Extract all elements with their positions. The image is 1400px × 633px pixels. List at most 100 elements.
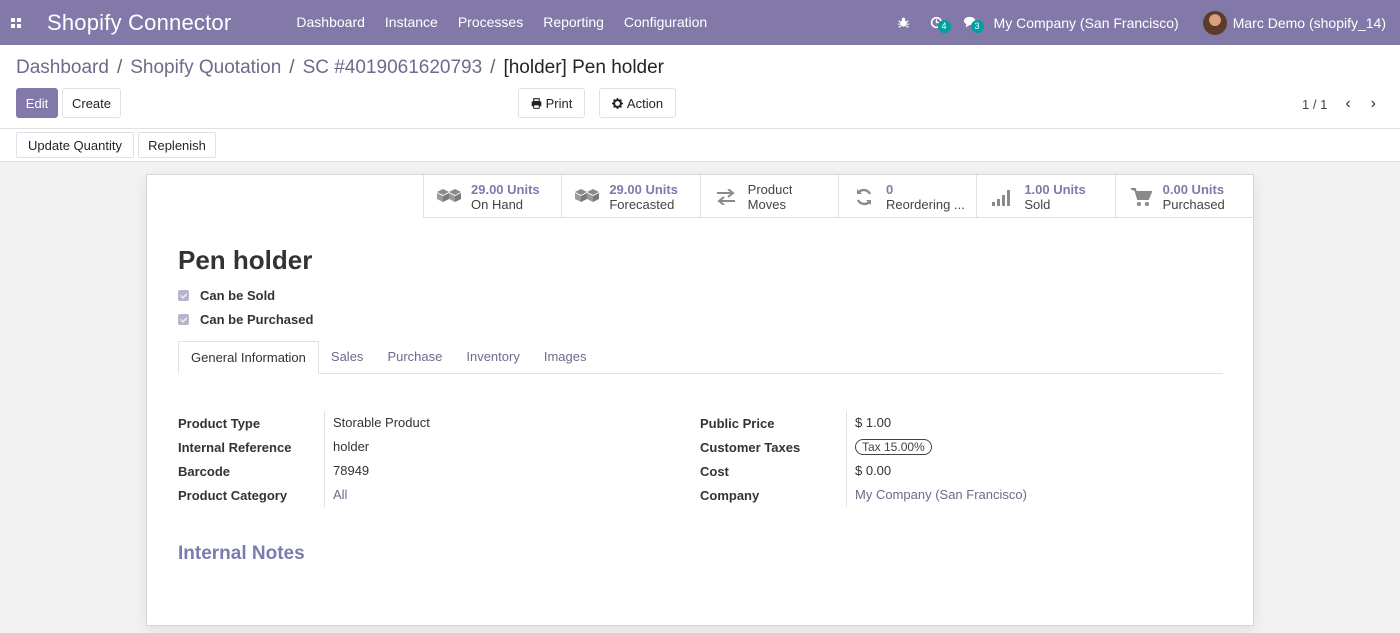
reordering-label: Reordering ... <box>885 196 965 212</box>
chevron-right-icon[interactable]: › <box>1361 95 1376 113</box>
print-label: Print <box>545 95 573 111</box>
tab-inventory[interactable]: Inventory <box>454 341 531 373</box>
chevron-left-icon[interactable]: ‹ <box>1335 95 1360 113</box>
field-barcode: Barcode 78949 <box>178 459 430 483</box>
product-name[interactable]: Pen holder <box>178 245 312 276</box>
product-category-link[interactable]: All <box>324 483 347 507</box>
company-link[interactable]: My Company (San Francisco) <box>846 483 1027 507</box>
messages-count-badge: 3 <box>970 20 984 33</box>
internal-notes-title: Internal Notes <box>178 543 305 564</box>
can-be-purchased-checkbox[interactable] <box>178 314 189 325</box>
can-be-sold-label: Can be Sold <box>200 288 276 303</box>
top-navbar: Shopify Connector Dashboard Instance Pro… <box>0 0 1400 45</box>
forecasted-label: Forecasted <box>609 196 675 212</box>
internal-reference-value[interactable]: holder <box>324 435 369 459</box>
smart-button-purchased[interactable]: 0.00 Units Purchased <box>1114 175 1253 218</box>
smart-button-on-hand[interactable]: 29.00 Units On Hand <box>423 175 561 218</box>
tab-images[interactable]: Images <box>532 341 599 373</box>
can-be-purchased-label: Can be Purchased <box>200 312 314 327</box>
field-label: Internal Reference <box>178 439 292 455</box>
user-avatar[interactable] <box>1202 10 1227 35</box>
menu-processes[interactable]: Processes <box>448 0 533 45</box>
menu-instance[interactable]: Instance <box>375 0 448 45</box>
field-label: Barcode <box>178 463 231 479</box>
fields-left-group: Product Type Storable Product Internal R… <box>178 411 430 507</box>
field-label: Product Category <box>178 487 288 503</box>
breadcrumb-shopify-quotation[interactable]: Shopify Quotation <box>130 57 281 79</box>
breadcrumb: Dashboard / Shopify Quotation / SC #4019… <box>16 57 664 79</box>
field-label: Customer Taxes <box>700 439 801 455</box>
smart-button-sold[interactable]: 1.00 Units Sold <box>976 175 1114 218</box>
pager-value[interactable]: 1 / 1 <box>1302 97 1327 112</box>
activity-count-badge: 4 <box>937 20 951 33</box>
product-moves-label: Moves <box>747 196 786 212</box>
can-be-sold-row: Can be Sold <box>178 288 275 303</box>
purchased-value: 0.00 Units <box>1162 181 1225 197</box>
customer-taxes-value: Tax 15.00% <box>846 435 932 459</box>
activity-clock-icon[interactable]: 4 <box>920 16 953 33</box>
debug-bug-icon[interactable] <box>887 16 920 29</box>
action-button[interactable]: Action <box>599 88 676 118</box>
forecasted-value: 29.00 Units <box>609 181 678 197</box>
tab-purchase[interactable]: Purchase <box>375 341 454 373</box>
breadcrumb-separator: / <box>116 57 123 78</box>
company-switcher[interactable]: My Company (San Francisco) <box>994 15 1179 31</box>
field-label: Cost <box>700 463 729 479</box>
notebook-tabs: General Information Sales Purchase Inven… <box>178 341 1223 374</box>
smart-button-forecasted[interactable]: 29.00 Units Forecasted <box>561 175 699 218</box>
cubes-icon <box>436 187 462 207</box>
form-sheet: 29.00 Units On Hand 29.00 Units Forecasted… <box>146 174 1254 626</box>
on-hand-value: 29.00 Units <box>471 181 540 197</box>
main-menu: Dashboard Instance Processes Reporting C… <box>286 0 717 45</box>
tax-tag[interactable]: Tax 15.00% <box>855 439 932 455</box>
messages-chat-icon[interactable]: 3 <box>953 16 988 33</box>
tab-general-information[interactable]: General Information <box>178 341 319 374</box>
breadcrumb-sale-order[interactable]: SC #4019061620793 <box>303 57 483 79</box>
edit-button[interactable]: Edit <box>16 88 58 118</box>
replenish-button[interactable]: Replenish <box>138 132 216 158</box>
control-panel: Dashboard / Shopify Quotation / SC #4019… <box>0 45 1400 129</box>
smart-button-product-moves[interactable]: Product Moves <box>699 175 838 218</box>
product-moves-title: Product <box>747 181 793 197</box>
signal-icon <box>989 188 1015 206</box>
print-icon <box>531 97 541 109</box>
product-type-value[interactable]: Storable Product <box>324 411 430 435</box>
tab-sales[interactable]: Sales <box>319 341 376 373</box>
field-cost: Cost $ 0.00 <box>700 459 1027 483</box>
public-price-value[interactable]: $ 1.00 <box>846 411 891 435</box>
print-button[interactable]: Print <box>518 88 585 118</box>
user-menu[interactable]: Marc Demo (shopify_14) <box>1233 15 1386 31</box>
smart-button-box: 29.00 Units On Hand 29.00 Units Forecasted… <box>423 175 1253 218</box>
menu-configuration[interactable]: Configuration <box>614 0 717 45</box>
sold-value: 1.00 Units <box>1024 181 1086 197</box>
refresh-icon <box>851 187 877 207</box>
field-label: Company <box>700 487 760 503</box>
purchased-label: Purchased <box>1162 196 1225 212</box>
field-label: Public Price <box>700 415 775 431</box>
navbar-systray: 4 3 My Company (San Francisco) Marc Demo… <box>887 0 1400 45</box>
can-be-sold-checkbox[interactable] <box>178 290 189 301</box>
menu-reporting[interactable]: Reporting <box>533 0 614 45</box>
field-product-type: Product Type Storable Product <box>178 411 430 435</box>
sold-label: Sold <box>1024 196 1051 212</box>
breadcrumb-dashboard[interactable]: Dashboard <box>16 57 109 79</box>
can-be-purchased-row: Can be Purchased <box>178 312 313 327</box>
smart-button-reordering[interactable]: 0 Reordering ... <box>837 175 976 218</box>
pager: 1 / 1 ‹ › <box>1302 95 1376 113</box>
breadcrumb-separator: / <box>289 57 295 78</box>
barcode-value[interactable]: 78949 <box>324 459 369 483</box>
cart-icon <box>1128 187 1154 207</box>
cost-value[interactable]: $ 0.00 <box>846 459 891 483</box>
menu-dashboard[interactable]: Dashboard <box>286 0 375 45</box>
fields-right-group: Public Price $ 1.00 Customer Taxes Tax 1… <box>700 411 1027 507</box>
field-internal-reference: Internal Reference holder <box>178 435 430 459</box>
field-label: Product Type <box>178 415 261 431</box>
apps-menu-icon[interactable] <box>1 0 31 45</box>
create-button[interactable]: Create <box>62 88 121 118</box>
field-customer-taxes: Customer Taxes Tax 15.00% <box>700 435 1027 459</box>
action-label: Action <box>626 95 664 111</box>
field-company: Company My Company (San Francisco) <box>700 483 1027 507</box>
app-title[interactable]: Shopify Connector <box>47 10 231 36</box>
reordering-value: 0 <box>885 181 894 197</box>
update-quantity-button[interactable]: Update Quantity <box>16 132 134 158</box>
